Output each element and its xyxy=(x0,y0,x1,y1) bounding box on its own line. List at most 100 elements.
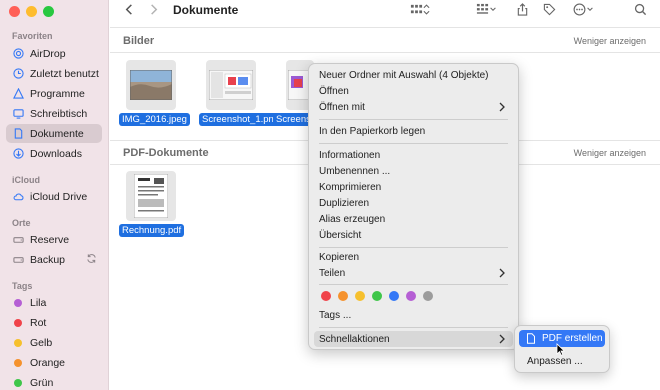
sidebar-heading-favorites: Favoriten xyxy=(12,31,53,41)
file-name: IMG_2016.jpeg xyxy=(119,113,190,126)
back-button[interactable] xyxy=(123,3,136,16)
chevron-left-icon xyxy=(125,4,132,15)
chevron-down-icon xyxy=(490,7,496,12)
file-item[interactable]: IMG_2016.jpeg xyxy=(119,60,190,126)
sidebar-item-backup[interactable]: Backup xyxy=(6,250,102,269)
file-item[interactable]: Screens xyxy=(273,60,314,126)
search-button[interactable] xyxy=(634,3,647,16)
menu-separator xyxy=(319,247,508,248)
tag-button[interactable] xyxy=(543,3,556,16)
sidebar-item-recent[interactable]: Zuletzt benutzt xyxy=(6,64,102,83)
sidebar-tag-gelb[interactable]: Gelb xyxy=(6,333,102,352)
drive-icon xyxy=(13,254,24,265)
tag-color-row xyxy=(321,291,433,301)
menu-item-new-folder-with-selection[interactable]: Neuer Ordner mit Auswahl (4 Objekte) xyxy=(314,67,513,83)
submenu-item-label: PDF erstellen xyxy=(542,333,603,344)
tag-color-dot xyxy=(14,318,22,327)
tag-color-blue[interactable] xyxy=(389,291,399,301)
menu-item-quick-look[interactable]: Übersicht xyxy=(314,227,513,243)
show-less-link[interactable]: Weniger anzeigen xyxy=(574,36,646,46)
menu-item-open[interactable]: Öffnen xyxy=(314,83,513,99)
tag-color-red[interactable] xyxy=(321,291,331,301)
menu-item-copy[interactable]: Kopieren xyxy=(314,249,513,265)
menu-item-get-info[interactable]: Informationen xyxy=(314,147,513,163)
menu-item-make-alias[interactable]: Alias erzeugen xyxy=(314,211,513,227)
file-name: Rechnung.pdf xyxy=(119,224,185,237)
close-window-button[interactable] xyxy=(9,6,20,17)
tag-color-dot xyxy=(14,378,22,387)
sidebar-tag-lila[interactable]: Lila xyxy=(6,293,102,312)
ellipsis-circle-icon xyxy=(573,3,586,16)
cloud-icon xyxy=(13,191,24,202)
sidebar-tag-gruen[interactable]: Grün xyxy=(6,373,102,390)
icon-grid-icon xyxy=(410,4,423,14)
menu-item-quick-actions[interactable]: Schnellaktionen xyxy=(314,331,513,347)
mouse-pointer-icon xyxy=(556,343,566,359)
sidebar-item-applications[interactable]: Programme xyxy=(6,84,102,103)
group-title: Bilder xyxy=(123,35,155,47)
sidebar-item-reserve[interactable]: Reserve xyxy=(6,230,102,249)
sidebar-item-label: Lila xyxy=(30,296,47,309)
menu-separator xyxy=(319,327,508,328)
sidebar-item-documents[interactable]: Dokumente xyxy=(6,124,102,143)
menu-separator xyxy=(319,119,508,120)
sidebar-item-label: Reserve xyxy=(30,233,70,246)
menu-item-label: Öffnen mit xyxy=(319,101,365,113)
action-menu-button[interactable] xyxy=(573,3,594,16)
menu-item-label: Schnellaktionen xyxy=(319,333,390,345)
file-item[interactable]: Screenshot_1.png xyxy=(199,60,283,126)
menu-item-duplicate[interactable]: Duplizieren xyxy=(314,195,513,211)
toolbar: Dokumente xyxy=(110,0,660,22)
window-controls xyxy=(9,6,54,17)
divider xyxy=(110,52,660,53)
forward-button[interactable] xyxy=(147,3,160,16)
minimize-window-button[interactable] xyxy=(26,6,37,17)
share-button[interactable] xyxy=(516,3,529,16)
sidebar-item-icloud-drive[interactable]: iCloud Drive xyxy=(6,187,102,206)
sidebar-item-desktop[interactable]: Schreibtisch xyxy=(6,104,102,123)
menu-item-move-to-trash[interactable]: In den Papierkorb legen xyxy=(314,123,513,139)
drive-icon xyxy=(13,234,24,245)
chevron-right-icon xyxy=(498,268,506,281)
sidebar-item-label: Downloads xyxy=(30,147,82,160)
sidebar: Favoriten AirDrop Zuletzt benutzt Progra… xyxy=(0,0,109,390)
tag-color-yellow[interactable] xyxy=(355,291,365,301)
view-mode-button[interactable] xyxy=(410,3,430,16)
search-icon xyxy=(634,3,647,16)
sidebar-item-label: Schreibtisch xyxy=(30,107,88,120)
chevron-down-icon xyxy=(587,7,593,12)
apps-icon xyxy=(13,88,24,99)
sidebar-item-downloads[interactable]: Downloads xyxy=(6,144,102,163)
sidebar-tag-orange[interactable]: Orange xyxy=(6,353,102,372)
group-by-button[interactable] xyxy=(476,3,497,16)
document-icon xyxy=(13,128,24,139)
file-item[interactable]: Rechnung.pdf xyxy=(119,171,185,237)
tag-color-dot xyxy=(14,298,22,307)
desktop-icon xyxy=(13,108,24,119)
zoom-window-button[interactable] xyxy=(43,6,54,17)
menu-item-label: Teilen xyxy=(319,267,346,279)
sidebar-item-label: Gelb xyxy=(30,336,53,349)
menu-item-tags[interactable]: Tags ... xyxy=(314,307,513,323)
sidebar-heading-icloud: iCloud xyxy=(12,175,40,185)
file-name: Screenshot_1.png xyxy=(199,113,283,126)
group-title: PDF-Dokumente xyxy=(123,147,209,159)
menu-item-compress[interactable]: Komprimieren xyxy=(314,179,513,195)
chevron-right-icon xyxy=(498,334,506,347)
menu-item-rename[interactable]: Umbenennen ... xyxy=(314,163,513,179)
tag-color-gray[interactable] xyxy=(423,291,433,301)
sidebar-item-airdrop[interactable]: AirDrop xyxy=(6,44,102,63)
tag-color-purple[interactable] xyxy=(406,291,416,301)
sync-icon xyxy=(86,253,97,267)
tag-color-orange[interactable] xyxy=(338,291,348,301)
sidebar-tag-rot[interactable]: Rot xyxy=(6,313,102,332)
group-grid-icon xyxy=(476,3,489,14)
download-icon xyxy=(13,148,24,159)
menu-item-share[interactable]: Teilen xyxy=(314,265,513,281)
tag-color-green[interactable] xyxy=(372,291,382,301)
sidebar-item-label: AirDrop xyxy=(30,47,66,60)
show-less-link[interactable]: Weniger anzeigen xyxy=(574,148,646,158)
context-menu: Neuer Ordner mit Auswahl (4 Objekte) Öff… xyxy=(308,63,519,350)
menu-item-open-with[interactable]: Öffnen mit xyxy=(314,99,513,115)
sidebar-item-label: Rot xyxy=(30,316,47,329)
